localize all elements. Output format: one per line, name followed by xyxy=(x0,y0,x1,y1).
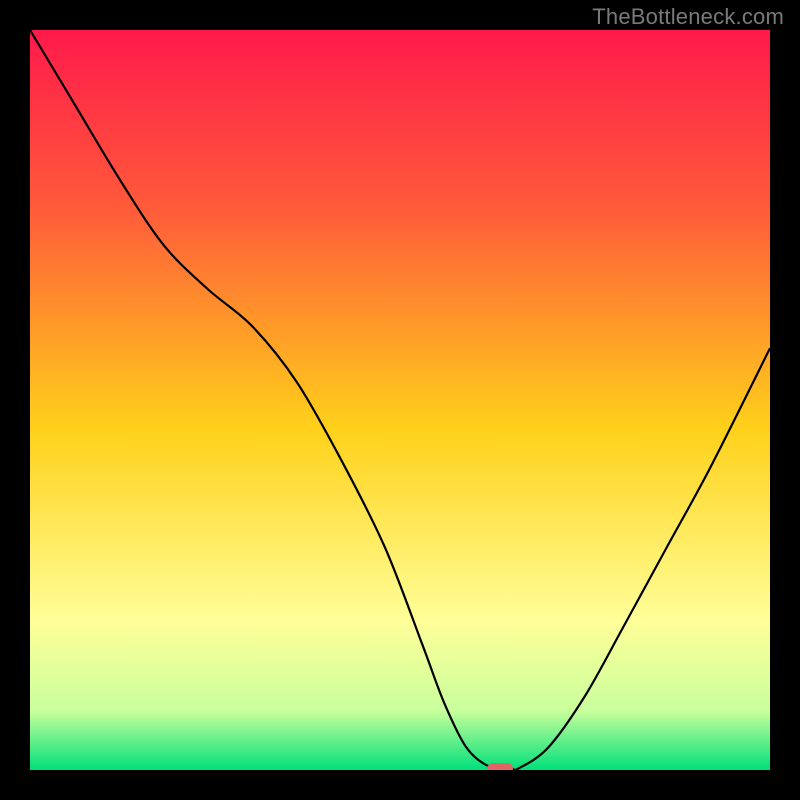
chart-frame: TheBottleneck.com xyxy=(0,0,800,800)
gradient-background xyxy=(30,30,770,770)
watermark-text: TheBottleneck.com xyxy=(592,4,784,30)
plot-area xyxy=(30,30,770,770)
bottleneck-chart xyxy=(30,30,770,770)
